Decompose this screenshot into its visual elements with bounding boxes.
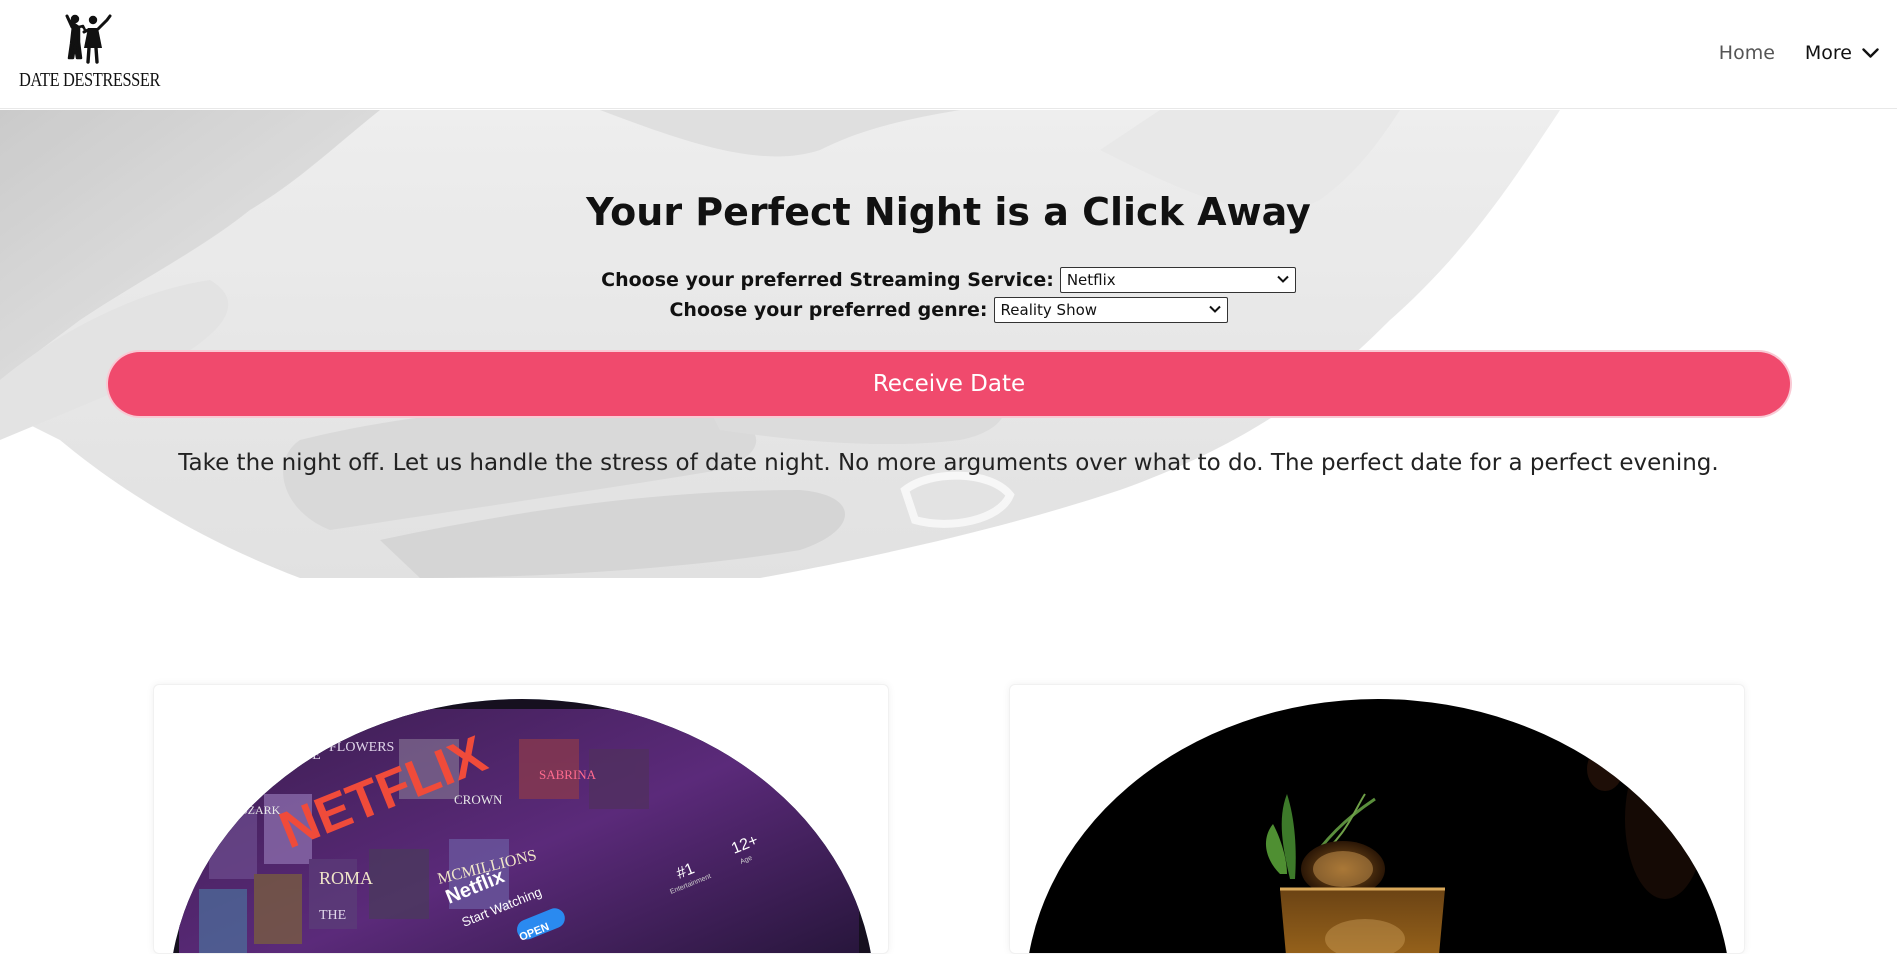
streaming-service-label: Choose your preferred Streaming Service: xyxy=(601,269,1054,291)
logo[interactable]: DATE DESTRESSER xyxy=(19,14,161,94)
netflix-tablet-photo: HOUSE FLOWERS OZARK CROWN ROMA MCMILLION… xyxy=(169,699,875,953)
main-nav: Home More xyxy=(1719,42,1879,64)
tile-text: ROMA xyxy=(319,868,373,888)
cocktail-photo xyxy=(1025,699,1731,953)
genre-select[interactable]: Reality Show xyxy=(993,297,1228,323)
genre-label: Choose your preferred genre: xyxy=(669,299,988,321)
receive-date-button[interactable]: Receive Date xyxy=(108,352,1790,416)
streaming-service-row: Choose your preferred Streaming Service:… xyxy=(0,267,1897,293)
tile-text: THE xyxy=(319,908,346,923)
streaming-service-select[interactable]: Netflix xyxy=(1059,267,1296,293)
nav-more-dropdown[interactable]: More xyxy=(1805,42,1879,64)
hero-content: Your Perfect Night is a Click Away Choos… xyxy=(0,110,1897,578)
card-cocktail[interactable] xyxy=(1009,684,1745,954)
tile-text: CROWN xyxy=(454,792,503,807)
tile-text: SABRINA xyxy=(539,767,597,782)
streaming-service-value: Netflix xyxy=(1066,271,1116,289)
site-header: DATE DESTRESSER Home More xyxy=(0,0,1897,109)
chevron-down-icon xyxy=(1277,275,1289,283)
card-streaming[interactable]: HOUSE FLOWERS OZARK CROWN ROMA MCMILLION… xyxy=(153,684,889,954)
nav-home-link[interactable]: Home xyxy=(1719,42,1775,64)
dancing-couple-icon xyxy=(65,14,112,64)
page-title: Your Perfect Night is a Click Away xyxy=(586,190,1311,234)
logo-text: DATE DESTRESSER xyxy=(19,69,161,91)
tile-text: FLOWERS xyxy=(329,740,394,755)
genre-value: Reality Show xyxy=(1000,301,1098,319)
tile-text: HOUSE xyxy=(274,748,321,763)
hero-section: Your Perfect Night is a Click Away Choos… xyxy=(0,110,1897,578)
netflix-tablet-image: HOUSE FLOWERS OZARK CROWN ROMA MCMILLION… xyxy=(169,699,875,953)
nav-more-label: More xyxy=(1804,42,1852,64)
tagline: Take the night off. Let us handle the st… xyxy=(178,450,1719,476)
cocktail-image xyxy=(1025,699,1731,953)
receive-date-label: Receive Date xyxy=(872,371,1026,397)
chevron-down-icon xyxy=(1208,305,1221,313)
chevron-down-icon xyxy=(1862,47,1879,58)
genre-row: Choose your preferred genre: Reality Sho… xyxy=(0,297,1897,323)
